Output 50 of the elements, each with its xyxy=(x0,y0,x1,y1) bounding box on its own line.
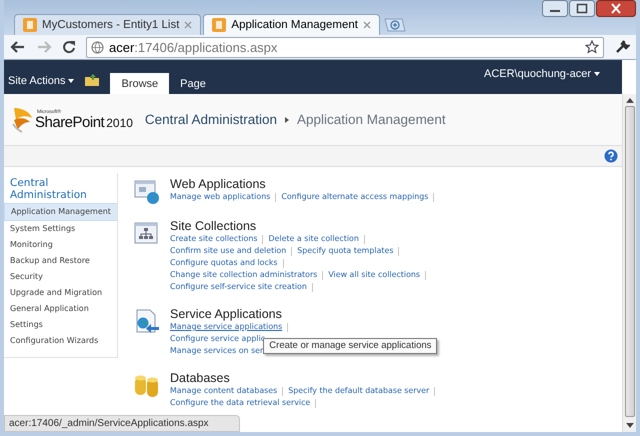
scroll-up-icon[interactable] xyxy=(626,98,634,103)
minimize-icon[interactable] xyxy=(542,0,568,17)
folder-icon[interactable] xyxy=(84,73,100,87)
sidebar-item[interactable]: Monitoring xyxy=(4,237,117,254)
help-icon[interactable] xyxy=(604,149,618,163)
caret-icon xyxy=(594,72,600,76)
caret-icon xyxy=(68,79,74,83)
globe-icon xyxy=(91,40,104,54)
tooltip: Create or manage service applications xyxy=(263,338,438,354)
close-icon[interactable] xyxy=(596,0,636,17)
sidebar-item[interactable]: General Application Settings xyxy=(4,301,117,334)
section-heading: Web Applications xyxy=(170,177,267,191)
browser-tab[interactable]: MyCustomers - Entity1 List xyxy=(14,14,202,35)
sidebar-item[interactable]: Upgrade and Migration xyxy=(4,285,117,302)
sharepoint-logo-icon xyxy=(10,106,34,134)
service-application-icon xyxy=(134,309,160,335)
favicon-icon xyxy=(212,18,226,32)
site-actions-menu[interactable]: Site Actions xyxy=(8,75,80,94)
sidebar-item[interactable]: Application Management xyxy=(4,203,117,222)
ribbon-tab[interactable]: Page xyxy=(169,73,217,94)
browser-tab[interactable]: Application Management xyxy=(203,14,380,35)
user-menu[interactable]: ACER\quochung-acer xyxy=(484,68,600,80)
scroll-down-icon[interactable] xyxy=(626,423,634,428)
sidebar-item[interactable]: Configuration Wizards xyxy=(4,333,117,350)
address-bar[interactable]: acer:17406/applications.aspx xyxy=(86,36,604,58)
sidebar-item[interactable]: Backup and Restore xyxy=(4,253,117,270)
breadcrumb-item[interactable]: Central Administration xyxy=(144,112,277,127)
status-bar: acer:17406/_admin/ServiceApplications.aspx xyxy=(4,415,240,432)
logo-name: SharePoint xyxy=(35,114,104,130)
maximize-icon[interactable] xyxy=(569,0,595,17)
section-heading: Databases xyxy=(170,371,231,385)
sidebar-item[interactable]: Security xyxy=(4,269,117,286)
back-icon[interactable] xyxy=(10,40,26,54)
logo-version: 2010 xyxy=(106,116,133,130)
ribbon-tab[interactable]: Browse xyxy=(110,73,170,94)
scroll-thumb[interactable] xyxy=(624,106,634,418)
sidebar-heading[interactable]: Central Administration xyxy=(4,173,90,202)
scrollbar[interactable] xyxy=(622,94,636,432)
star-icon[interactable] xyxy=(585,40,599,54)
favicon-icon xyxy=(23,18,37,32)
wrench-icon[interactable] xyxy=(614,39,630,55)
section-heading: Service Applications xyxy=(170,307,283,321)
breadcrumb-item: Application Management xyxy=(296,112,446,127)
sidebar-item[interactable]: System Settings xyxy=(4,221,117,238)
database-icon xyxy=(134,373,160,399)
section-heading: Site Collections xyxy=(170,219,258,233)
new-tab-icon[interactable] xyxy=(384,18,406,32)
web-application-icon xyxy=(134,179,160,205)
reload-icon[interactable] xyxy=(62,40,76,54)
breadcrumb-arrow-icon xyxy=(284,116,289,122)
